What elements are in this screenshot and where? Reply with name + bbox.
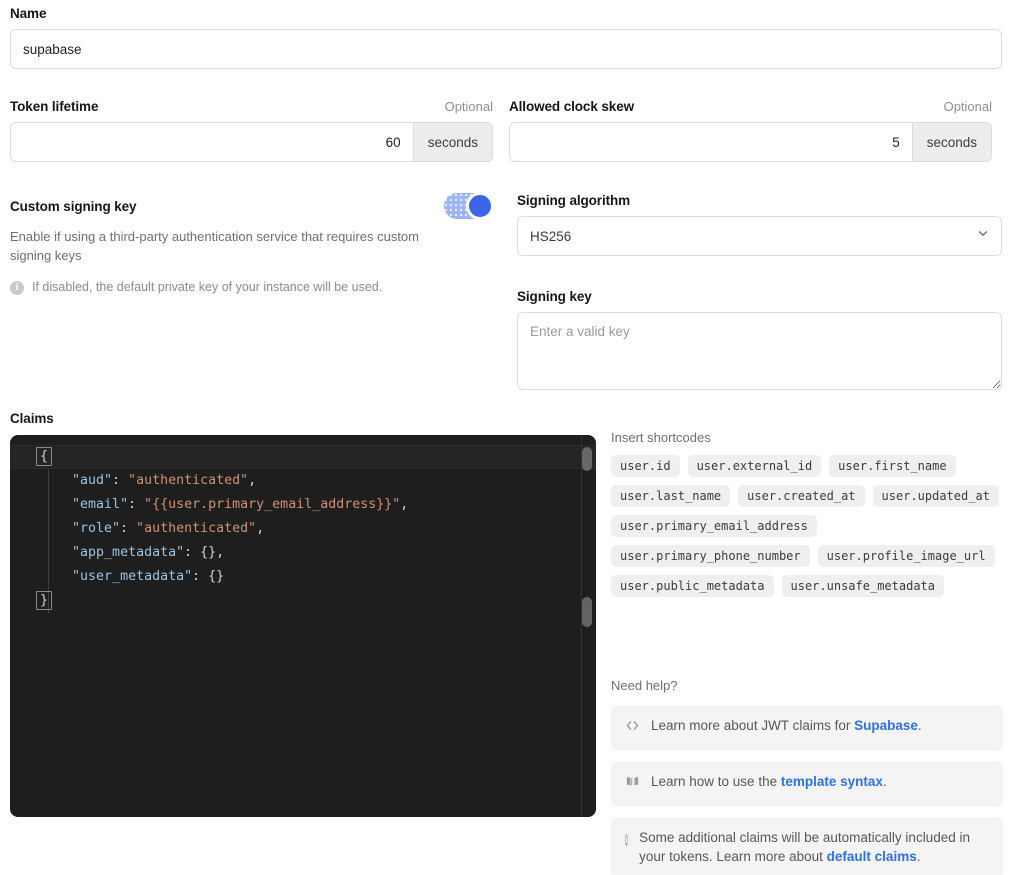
token-lifetime-unit: seconds xyxy=(412,123,492,161)
code-token: : xyxy=(128,497,145,512)
help-card[interactable]: Learn more about JWT claims for Supabase… xyxy=(611,705,1003,751)
shortcode-chip[interactable]: user.first_name xyxy=(829,455,956,477)
code-token: : xyxy=(112,473,129,488)
editor-scrollbar-thumb-horizontal[interactable] xyxy=(582,447,592,471)
editor-scrollbar-track xyxy=(581,435,582,817)
code-line: "user_metadata": {} xyxy=(10,565,596,589)
name-label: Name xyxy=(10,6,47,21)
info-icon: i xyxy=(625,830,629,849)
need-help-card-list: Learn more about JWT claims for Supabase… xyxy=(611,705,1003,875)
code-bracket: } xyxy=(36,591,53,610)
signing-key-label: Signing key xyxy=(517,289,592,304)
jwt-claims-settings-page: Name Token lifetime Optional seconds All… xyxy=(0,0,1012,875)
duration-fields-row: Token lifetime Optional seconds Allowed … xyxy=(10,99,992,162)
help-card-link[interactable]: template syntax xyxy=(781,774,883,789)
toggle-knob xyxy=(466,192,494,220)
code-token: , xyxy=(256,521,265,536)
info-icon: i xyxy=(10,280,24,295)
code-token: "authenticated" xyxy=(136,521,257,536)
code-line: "role": "authenticated", xyxy=(10,517,596,541)
code-icon xyxy=(625,718,640,739)
signing-algorithm-select[interactable]: HS256 xyxy=(517,216,1002,256)
custom-signing-key-toggle[interactable] xyxy=(444,192,494,220)
help-card-text: Learn more about JWT claims for Supabase… xyxy=(651,718,922,733)
signing-algorithm-group: Signing algorithm HS256 xyxy=(517,193,1002,256)
signing-algorithm-label: Signing algorithm xyxy=(517,193,631,208)
shortcode-chip[interactable]: user.last_name xyxy=(611,485,731,507)
help-card-text: Some additional claims will be automatic… xyxy=(639,829,970,864)
shortcode-chip[interactable]: user.id xyxy=(611,455,680,477)
clock-skew-input-group: seconds xyxy=(509,122,992,162)
code-token: , xyxy=(400,497,409,512)
code-line: { xyxy=(10,445,596,469)
code-token: , xyxy=(248,473,257,488)
book-icon xyxy=(625,774,640,795)
shortcodes-group: Insert shortcodes user.id user.external_i… xyxy=(611,430,1003,597)
help-card[interactable]: i Some additional claims will be automati… xyxy=(611,816,1003,875)
code-bracket: { xyxy=(36,447,53,466)
shortcode-chip[interactable]: user.profile_image_url xyxy=(817,545,995,567)
shortcode-chip[interactable]: user.unsafe_metadata xyxy=(781,575,944,597)
custom-signing-key-note-text: If disabled, the default private key of … xyxy=(32,279,383,294)
signing-algorithm-value: HS256 xyxy=(530,228,572,244)
code-token: "email" xyxy=(72,497,129,512)
claims-code-editor[interactable]: { "aud": "authenticated", "email": "{{us… xyxy=(10,435,596,817)
code-token: "{{user.primary_email_address}}" xyxy=(144,497,401,512)
code-token: : {} xyxy=(192,569,225,584)
claims-label: Claims xyxy=(10,411,54,426)
help-card[interactable]: Learn how to use the template syntax. xyxy=(611,760,1003,807)
custom-signing-key-description: Enable if using a third-party authentica… xyxy=(10,229,419,263)
code-line: } xyxy=(10,589,596,613)
shortcode-chip[interactable]: user.external_id xyxy=(687,455,822,477)
claims-code-content[interactable]: { "aud": "authenticated", "email": "{{us… xyxy=(10,435,596,613)
token-lifetime-optional-badge: Optional xyxy=(444,99,493,114)
shortcode-chip[interactable]: user.updated_at xyxy=(872,485,999,507)
shortcode-chip[interactable]: user.primary_phone_number xyxy=(611,545,810,567)
shortcode-chip[interactable]: user.public_metadata xyxy=(611,575,774,597)
token-lifetime-input[interactable] xyxy=(11,123,413,161)
code-token: "authenticated" xyxy=(128,473,249,488)
need-help-label: Need help? xyxy=(611,678,678,693)
signing-key-textarea[interactable] xyxy=(517,312,1002,390)
help-card-link[interactable]: Supabase xyxy=(854,718,918,733)
editor-scrollbar-thumb-vertical[interactable] xyxy=(582,597,592,627)
shortcode-chip[interactable]: user.created_at xyxy=(738,485,865,507)
code-token: "aud" xyxy=(72,473,113,488)
custom-signing-key-group: Custom signing key Enable if using a thi… xyxy=(10,192,494,295)
clock-skew-unit: seconds xyxy=(911,123,991,161)
shortcode-chip-list: user.id user.external_id user.first_nameus… xyxy=(611,455,1003,597)
help-card-text: Learn how to use the template syntax. xyxy=(651,773,887,789)
shortcodes-label: Insert shortcodes xyxy=(611,430,711,445)
signing-key-group: Signing key xyxy=(517,289,1002,395)
need-help-group: Need help? Learn more about JWT claims f… xyxy=(611,678,1003,875)
code-token: "user_metadata" xyxy=(72,569,193,584)
token-lifetime-input-group: seconds xyxy=(10,122,493,162)
help-card-link[interactable]: default claims xyxy=(827,849,917,864)
clock-skew-input[interactable] xyxy=(510,123,912,161)
code-line: "email": "{{user.primary_email_address}}… xyxy=(10,493,596,517)
clock-skew-label: Allowed clock skew xyxy=(509,99,634,114)
name-field-group: Name xyxy=(10,6,1002,69)
custom-signing-key-label: Custom signing key xyxy=(10,198,137,214)
info-glyph: i xyxy=(625,833,629,846)
code-token: : xyxy=(120,521,137,536)
clock-skew-optional-badge: Optional xyxy=(943,99,992,114)
custom-signing-key-note: i If disabled, the default private key o… xyxy=(10,280,492,295)
code-token: : {}, xyxy=(184,545,225,560)
code-token: "role" xyxy=(72,521,121,536)
token-lifetime-label: Token lifetime xyxy=(10,99,99,114)
claims-group: Claims { "aud": "authenticated", "email"… xyxy=(10,411,596,817)
code-token: "app_metadata" xyxy=(72,545,185,560)
code-line: "app_metadata": {}, xyxy=(10,541,596,565)
name-input[interactable] xyxy=(10,29,1002,69)
shortcode-chip[interactable]: user.primary_email_address xyxy=(611,515,817,537)
token-lifetime-group: Token lifetime Optional seconds xyxy=(10,99,493,162)
clock-skew-group: Allowed clock skew Optional seconds xyxy=(509,99,992,162)
code-line: "aud": "authenticated", xyxy=(10,469,596,493)
